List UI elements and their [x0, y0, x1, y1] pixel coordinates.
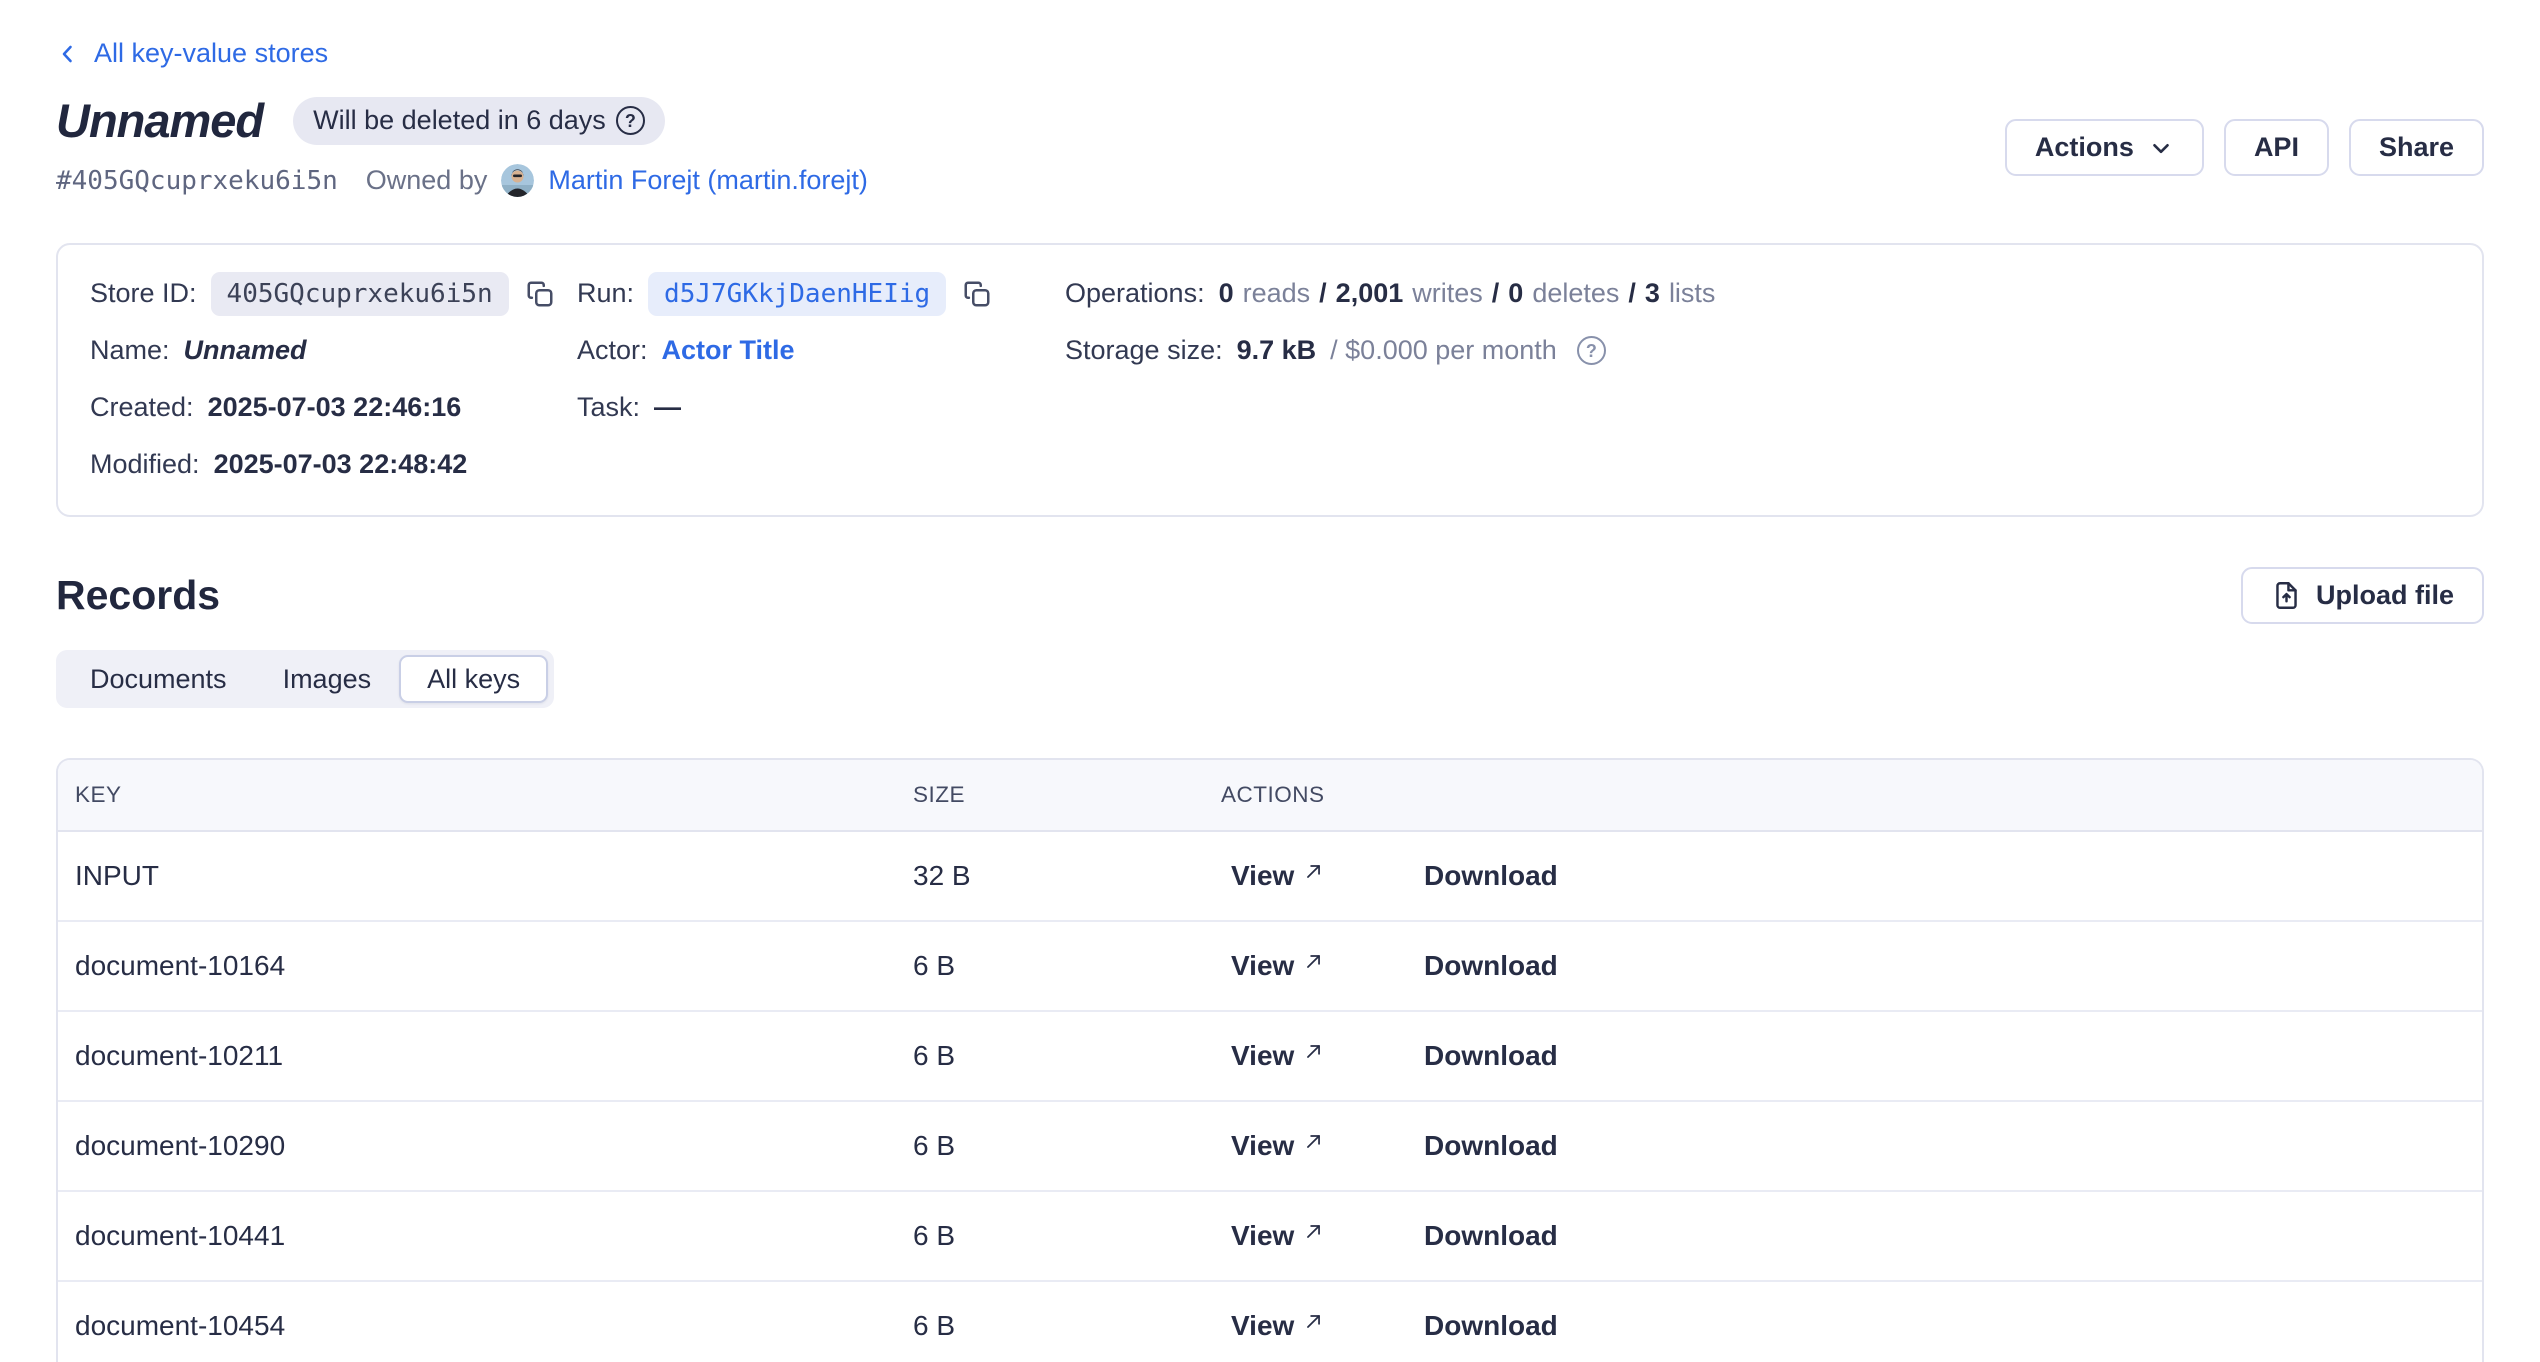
record-size: 6 B [913, 1310, 1221, 1342]
created-value: 2025-07-03 22:46:16 [208, 392, 462, 423]
storage-size-value: 9.7 kB [1237, 335, 1317, 366]
modified-label: Modified: [90, 449, 200, 480]
actor-link[interactable]: Actor Title [662, 335, 795, 366]
table-row: document-10454 6 B View Download [58, 1282, 2482, 1362]
view-link[interactable]: View [1231, 1310, 1424, 1342]
download-link[interactable]: Download [1424, 860, 1558, 892]
table-row: document-10164 6 B View Download [58, 922, 2482, 1012]
record-size: 6 B [913, 1220, 1221, 1252]
page-header: Unnamed Will be deleted in 6 days ? #405… [56, 93, 2484, 197]
modified-value: 2025-07-03 22:48:42 [214, 449, 468, 480]
task-label: Task: [577, 392, 640, 423]
record-key: document-10290 [58, 1130, 913, 1162]
external-link-icon [1304, 1216, 1323, 1248]
external-link-icon [1304, 1306, 1323, 1338]
task-value: — [654, 392, 681, 423]
upload-file-icon [2271, 580, 2302, 611]
copy-store-id-icon[interactable] [525, 279, 555, 309]
deletion-badge: Will be deleted in 6 days ? [293, 97, 665, 145]
download-link[interactable]: Download [1424, 1040, 1558, 1072]
record-key: INPUT [58, 860, 913, 892]
upload-file-button[interactable]: Upload file [2241, 567, 2484, 624]
store-id-label: Store ID: [90, 278, 197, 309]
column-header-key: KEY [58, 782, 913, 808]
external-link-icon [1304, 1126, 1323, 1158]
table-row: document-10441 6 B View Download [58, 1192, 2482, 1282]
download-link[interactable]: Download [1424, 1130, 1558, 1162]
operations-value: 0 reads / 2,001 writes / 0 deletes / 3 l… [1219, 278, 1716, 309]
records-table-header: KEY SIZE ACTIONS [58, 760, 2482, 832]
external-link-icon [1304, 1036, 1323, 1068]
key-value-store-page: All key-value stores Unnamed Will be del… [0, 0, 2540, 1362]
page-title: Unnamed [56, 93, 263, 148]
tab-all-keys[interactable]: All keys [399, 655, 548, 703]
record-key: document-10454 [58, 1310, 913, 1342]
tab-documents[interactable]: Documents [62, 655, 255, 703]
storage-cost-value: / $0.000 per month [1330, 335, 1557, 366]
column-header-actions: ACTIONS [1221, 782, 2482, 808]
external-link-icon [1304, 946, 1323, 978]
owner-avatar [501, 164, 534, 197]
view-link[interactable]: View [1231, 1040, 1424, 1072]
deletion-badge-label: Will be deleted in 6 days [313, 105, 606, 136]
record-key: document-10164 [58, 950, 913, 982]
download-link[interactable]: Download [1424, 1310, 1558, 1342]
run-label: Run: [577, 278, 634, 309]
storage-size-label: Storage size: [1065, 335, 1223, 366]
name-value: Unnamed [184, 335, 307, 366]
external-link-icon [1304, 856, 1323, 888]
tab-images[interactable]: Images [255, 655, 400, 703]
table-row: document-10290 6 B View Download [58, 1102, 2482, 1192]
view-link[interactable]: View [1231, 1220, 1424, 1252]
records-table: KEY SIZE ACTIONS INPUT 32 B View Downloa… [56, 758, 2484, 1362]
view-link[interactable]: View [1231, 950, 1424, 982]
actor-label: Actor: [577, 335, 648, 366]
records-tab-group: Documents Images All keys [56, 650, 554, 708]
operations-label: Operations: [1065, 278, 1205, 309]
chevron-left-icon [56, 39, 80, 69]
download-link[interactable]: Download [1424, 950, 1558, 982]
table-row: INPUT 32 B View Download [58, 832, 2482, 922]
store-id-value: 405GQcuprxeku6i5n [211, 272, 509, 316]
breadcrumb-label: All key-value stores [94, 38, 328, 69]
record-size: 6 B [913, 1130, 1221, 1162]
copy-run-id-icon[interactable] [962, 279, 992, 309]
view-link[interactable]: View [1231, 1130, 1424, 1162]
record-size: 6 B [913, 950, 1221, 982]
name-label: Name: [90, 335, 170, 366]
help-circle-icon[interactable]: ? [616, 106, 645, 135]
actions-button[interactable]: Actions [2005, 119, 2204, 176]
breadcrumb-all-key-value-stores[interactable]: All key-value stores [31, 38, 328, 69]
record-key: document-10441 [58, 1220, 913, 1252]
created-label: Created: [90, 392, 194, 423]
record-size: 6 B [913, 1040, 1221, 1072]
owned-by-label: Owned by [366, 165, 488, 196]
record-size: 32 B [913, 860, 1221, 892]
store-hash-id: #405GQcuprxeku6i5n [56, 166, 338, 196]
store-info-card: Store ID: 405GQcuprxeku6i5n Name: Unname… [56, 243, 2484, 517]
record-key: document-10211 [58, 1040, 913, 1072]
run-link[interactable]: d5J7GKkjDaenHEIig [648, 272, 946, 316]
view-link[interactable]: View [1231, 860, 1424, 892]
table-row: document-10211 6 B View Download [58, 1012, 2482, 1102]
records-title: Records [56, 572, 220, 619]
download-link[interactable]: Download [1424, 1220, 1558, 1252]
column-header-size: SIZE [913, 782, 1221, 808]
api-button[interactable]: API [2224, 119, 2329, 176]
storage-help-circle-icon[interactable]: ? [1577, 336, 1606, 365]
chevron-down-icon [2148, 135, 2174, 161]
owner-link[interactable]: Martin Forejt (martin.forejt) [548, 165, 868, 196]
share-button[interactable]: Share [2349, 119, 2484, 176]
